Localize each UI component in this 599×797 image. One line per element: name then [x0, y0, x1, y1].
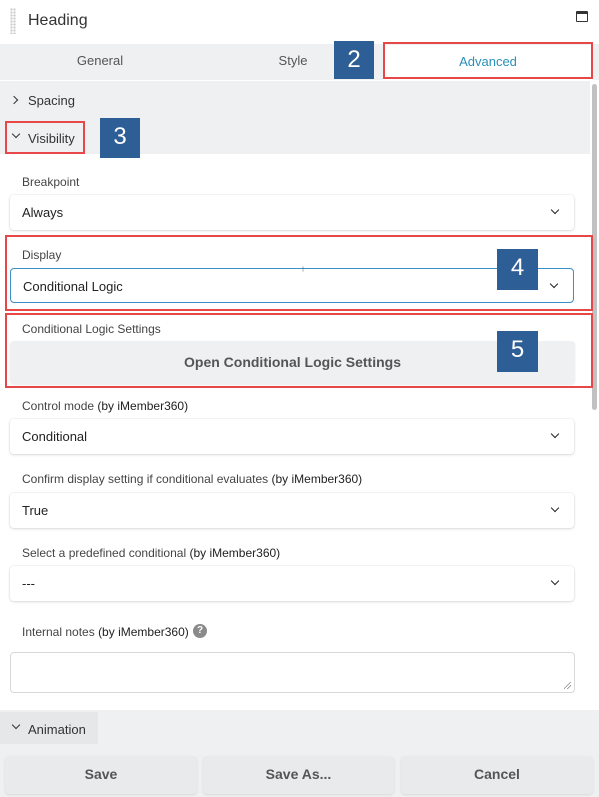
panel-title: Heading [28, 12, 88, 29]
chevron-down-icon [550, 429, 560, 439]
chevron-down-icon [11, 720, 21, 730]
breakpoint-select[interactable]: Always [10, 195, 574, 230]
chevron-down-icon [550, 503, 560, 513]
section-spacing-label: Spacing [28, 93, 75, 108]
chevron-down-icon [550, 576, 560, 586]
resize-handle-icon[interactable] [564, 682, 571, 689]
section-animation[interactable]: Animation [0, 712, 98, 744]
confirm-display-label: Confirm display setting if conditional e… [22, 472, 363, 486]
internal-notes-textarea[interactable] [10, 652, 575, 693]
control-mode-label: Control mode (by iMember360) [22, 399, 189, 413]
annotation-badge-2: 2 [334, 41, 374, 79]
question-icon[interactable]: ? [193, 624, 207, 638]
drag-handle-icon[interactable] [10, 8, 16, 34]
breakpoint-value: Always [22, 205, 64, 220]
chevron-right-icon [9, 95, 19, 105]
predefined-conditional-select[interactable]: --- [10, 566, 574, 601]
confirm-display-select[interactable]: True [10, 493, 574, 528]
annotation-badge-3: 3 [100, 118, 140, 158]
confirm-display-value: True [22, 503, 49, 518]
tab-general[interactable]: General [0, 44, 200, 80]
save-as-button[interactable]: Save As... [203, 756, 394, 794]
cancel-button[interactable]: Cancel [401, 756, 593, 794]
internal-notes-label: Internal notes (by iMember360) [22, 625, 189, 639]
control-mode-value: Conditional [22, 429, 88, 444]
breakpoint-label: Breakpoint [22, 175, 80, 189]
highlight-advanced-tab [383, 42, 593, 79]
chevron-down-icon [550, 205, 560, 215]
predefined-conditional-value: --- [22, 576, 35, 591]
highlight-visibility [5, 121, 85, 154]
maximize-window-icon[interactable] [576, 11, 588, 22]
control-mode-select[interactable]: Conditional [10, 419, 574, 454]
section-spacing[interactable]: Spacing [0, 81, 590, 119]
section-animation-label: Animation [28, 722, 86, 737]
panel-header: Heading [0, 0, 599, 44]
save-button[interactable]: Save [5, 756, 197, 794]
annotation-badge-5: 5 [497, 331, 538, 372]
annotation-badge-4: 4 [497, 249, 538, 290]
section-visibility[interactable]: Visibility [0, 119, 590, 154]
predefined-conditional-label: Select a predefined conditional (by iMem… [22, 546, 281, 560]
